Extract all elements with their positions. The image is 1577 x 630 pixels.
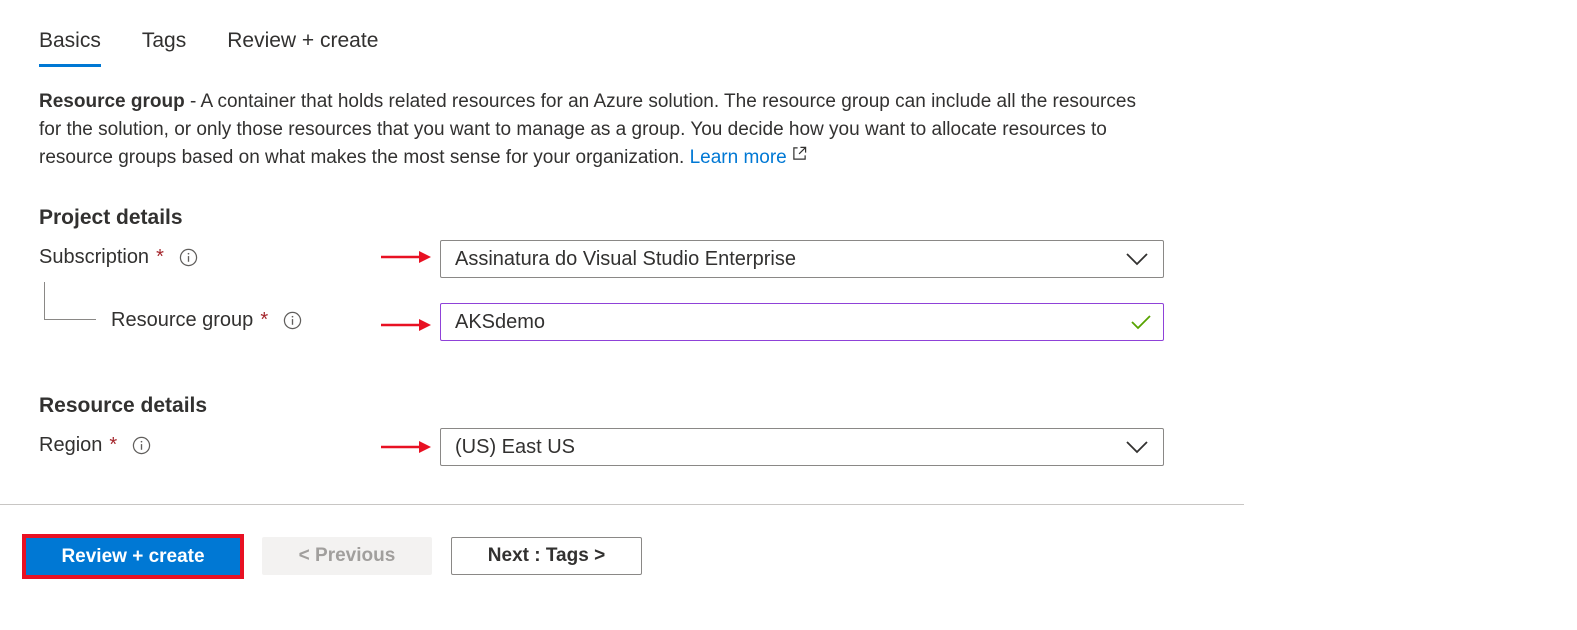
resource-group-label-text: Resource group xyxy=(111,309,254,331)
arrow-right-icon xyxy=(381,251,431,263)
tab-tags[interactable]: Tags xyxy=(142,26,186,67)
chevron-down-icon xyxy=(1126,253,1148,266)
resource-details-heading: Resource details xyxy=(39,394,208,417)
required-asterisk: * xyxy=(156,246,164,268)
resource-group-input[interactable]: AKSdemo xyxy=(440,303,1164,341)
subscription-label: Subscription * xyxy=(39,246,198,269)
region-value: (US) East US xyxy=(455,435,576,458)
external-link-icon[interactable] xyxy=(792,146,807,161)
resource-group-description: Resource group - A container that holds … xyxy=(39,88,1159,172)
project-details-heading: Project details xyxy=(39,206,183,229)
subscription-dropdown[interactable]: Assinatura do Visual Studio Enterprise xyxy=(440,240,1164,278)
required-asterisk: * xyxy=(260,309,269,331)
next-tags-button[interactable]: Next : Tags > xyxy=(451,537,642,575)
region-label-text: Region xyxy=(39,434,103,456)
description-term: Resource group xyxy=(39,91,185,112)
region-dropdown[interactable]: (US) East US xyxy=(440,428,1164,466)
chevron-down-icon xyxy=(1126,441,1148,454)
review-create-button[interactable]: Review + create xyxy=(26,538,240,575)
tab-review-create[interactable]: Review + create xyxy=(227,26,378,67)
region-label: Region * xyxy=(39,434,151,457)
subscription-value: Assinatura do Visual Studio Enterprise xyxy=(455,247,796,270)
tab-basics[interactable]: Basics xyxy=(39,26,101,67)
info-icon[interactable] xyxy=(179,248,198,267)
tab-bar: Basics Tags Review + create xyxy=(39,26,419,67)
create-resource-group-page: Basics Tags Review + create Resource gro… xyxy=(0,0,1577,630)
description-text: - A container that holds related resourc… xyxy=(39,91,1136,168)
resource-group-label: Resource group * xyxy=(111,309,302,332)
arrow-right-icon xyxy=(381,319,431,331)
footer-divider xyxy=(0,504,1244,505)
info-icon[interactable] xyxy=(132,436,151,455)
subscription-label-text: Subscription xyxy=(39,246,150,268)
tree-connector xyxy=(44,282,96,320)
info-icon[interactable] xyxy=(283,311,302,330)
learn-more-link[interactable]: Learn more xyxy=(690,147,787,168)
checkmark-icon xyxy=(1131,315,1151,330)
previous-button[interactable]: < Previous xyxy=(262,537,432,575)
arrow-right-icon xyxy=(381,441,431,453)
resource-group-value: AKSdemo xyxy=(455,310,546,333)
required-asterisk: * xyxy=(109,434,118,456)
